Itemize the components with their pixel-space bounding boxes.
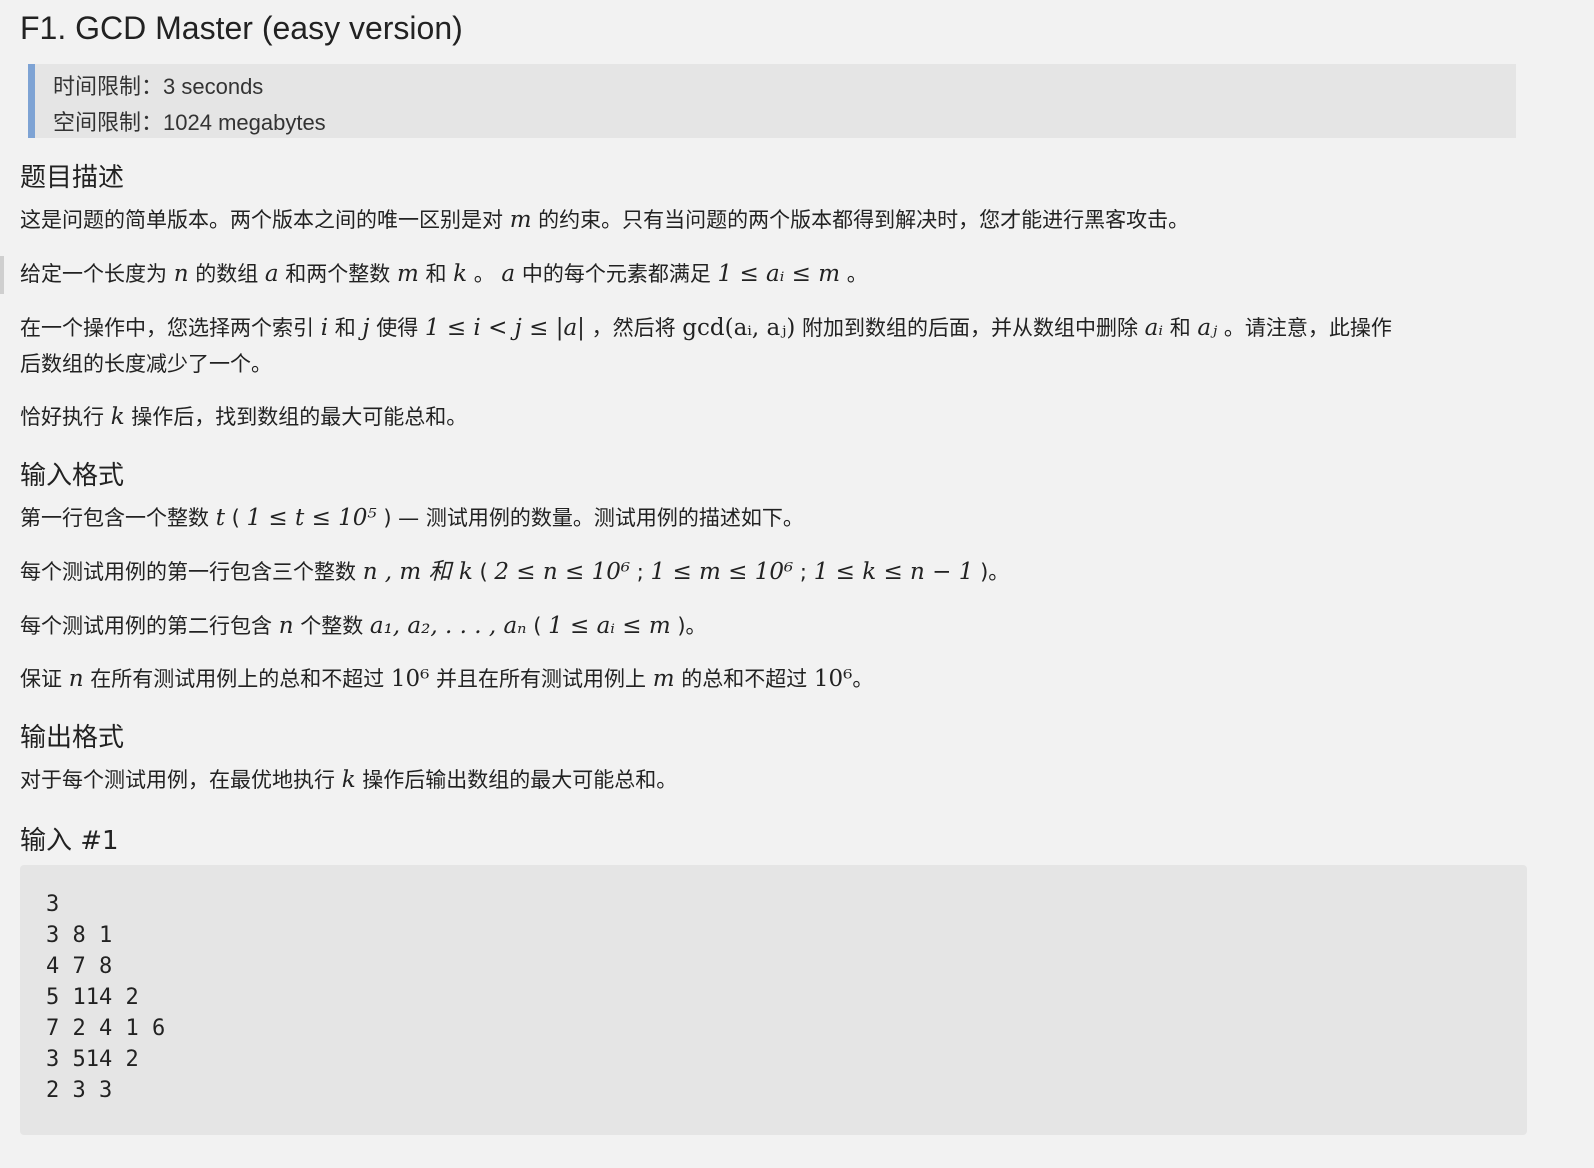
description-p3-line2: 后数组的长度减少了一个。 — [20, 352, 272, 376]
description-p4: 恰好执行 k 操作后，找到数组的最大可能总和。 — [20, 404, 468, 430]
description-p3: 在一个操作中，您选择两个索引 i 和 j 使得 1 ≤ i < j ≤ |a| … — [20, 315, 1392, 341]
time-limit: 时间限制：3 seconds — [53, 69, 263, 101]
time-limit-value: 3 seconds — [163, 74, 264, 99]
input-line-1: 第一行包含一个整数 t ( 1 ≤ t ≤ 10⁵ ) — 测试用例的数量。测试… — [20, 505, 804, 531]
output-line-1: 对于每个测试用例，在最优地执行 k 操作后输出数组的最大可能总和。 — [20, 767, 678, 793]
memory-limit-label: 空间限制： — [53, 111, 164, 136]
input-line-2: 每个测试用例的第一行包含三个整数 n , m 和 k ( 2 ≤ n ≤ 10⁶… — [20, 559, 1010, 585]
memory-limit-value: 1024 megabytes — [163, 110, 326, 135]
limits-box: 时间限制：3 seconds 空间限制：1024 megabytes — [28, 64, 1516, 138]
example-input-text[interactable]: 3 3 8 1 4 7 8 5 114 2 7 2 4 1 6 3 514 2 2 3 3 — [46, 889, 165, 1106]
input-line-3: 每个测试用例的第二行包含 n 个整数 a₁, a₂, . . . , aₙ ( … — [20, 613, 707, 639]
input-line-4: 保证 n 在所有测试用例上的总和不超过 10⁶ 并且在所有测试用例上 m 的总和… — [20, 666, 874, 692]
example-input-heading: 输入 #1 — [20, 826, 119, 856]
problem-title: F1. GCD Master (easy version) — [20, 10, 463, 46]
example-line: 3 514 2 — [46, 1047, 139, 1072]
problem-page: F1. GCD Master (easy version) 时间限制：3 sec… — [0, 0, 1594, 1168]
memory-limit: 空间限制：1024 megabytes — [53, 105, 326, 137]
example-line: 7 2 4 1 6 — [46, 1016, 166, 1041]
paragraph-marker — [0, 256, 4, 294]
example-line: 4 7 8 — [46, 954, 113, 979]
example-input-box[interactable]: 3 3 8 1 4 7 8 5 114 2 7 2 4 1 6 3 514 2 2 3 3 — [20, 865, 1527, 1135]
example-line: 2 3 3 — [46, 1078, 113, 1103]
description-p2: 给定一个长度为 n 的数组 a 和两个整数 m 和 k 。 a 中的每个元素都满… — [20, 261, 868, 287]
example-line: 5 114 2 — [46, 985, 139, 1010]
time-limit-label: 时间限制： — [53, 75, 164, 100]
example-line: 3 — [46, 892, 60, 917]
input-format-heading: 输入格式 — [20, 461, 125, 491]
description-heading: 题目描述 — [20, 163, 125, 193]
example-line: 3 8 1 — [46, 923, 113, 948]
output-format-heading: 输出格式 — [20, 723, 125, 753]
description-p1: 这是问题的简单版本。两个版本之间的唯一区别是对 m 的约束。只有当问题的两个版本… — [20, 207, 1190, 233]
